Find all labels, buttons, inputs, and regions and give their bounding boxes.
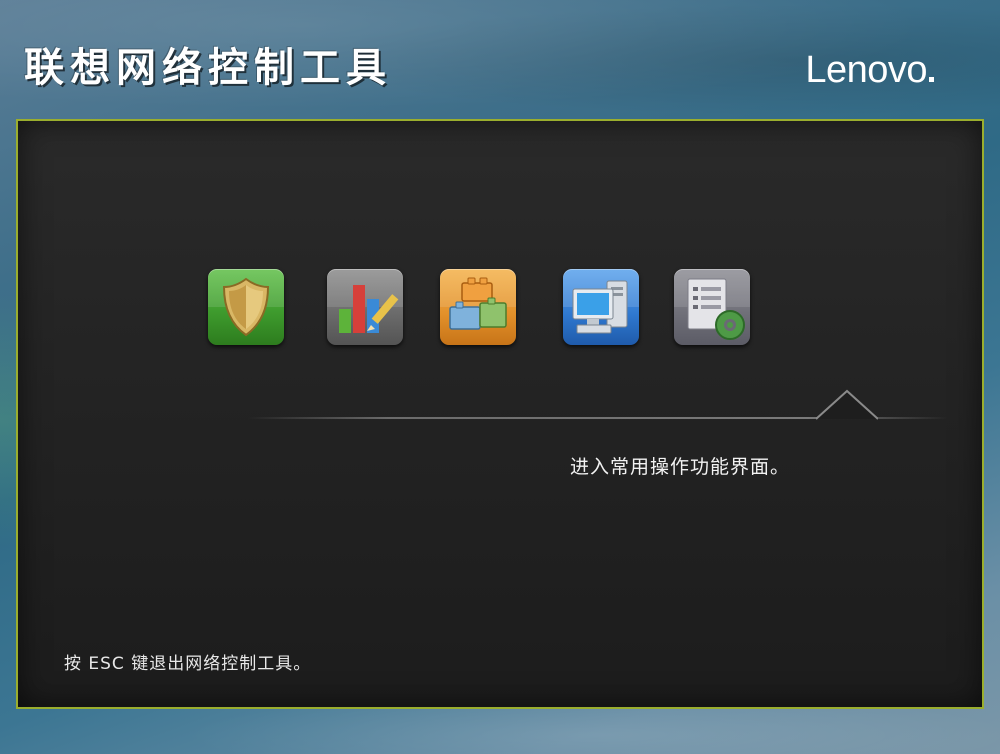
tool-icon-row xyxy=(18,269,982,349)
settings-document-icon xyxy=(674,269,750,340)
network-computer-icon xyxy=(563,269,639,334)
exit-hint: 按 ESC 键退出网络控制工具。 xyxy=(64,654,312,674)
modules-blocks-icon xyxy=(440,269,516,330)
settings-button[interactable] xyxy=(674,269,750,345)
network-button[interactable] xyxy=(563,269,639,345)
lenovo-logo: Lenovo xyxy=(805,48,934,92)
brand-logo-text: Lenovo xyxy=(805,49,927,91)
selection-pointer-icon xyxy=(816,389,878,420)
window-bottom-frame xyxy=(0,709,1000,754)
statistics-button[interactable] xyxy=(327,269,403,345)
window-title: 联想网络控制工具 xyxy=(24,44,392,91)
security-shield-icon xyxy=(208,269,284,337)
statistics-chart-icon xyxy=(327,269,403,333)
modules-button[interactable] xyxy=(440,269,516,345)
security-button[interactable] xyxy=(208,269,284,345)
brand-logo-dot xyxy=(929,77,934,82)
main-panel: 进入常用操作功能界面。 按 ESC 键退出网络控制工具。 xyxy=(16,119,984,709)
function-description: 进入常用操作功能界面。 xyxy=(570,456,791,478)
